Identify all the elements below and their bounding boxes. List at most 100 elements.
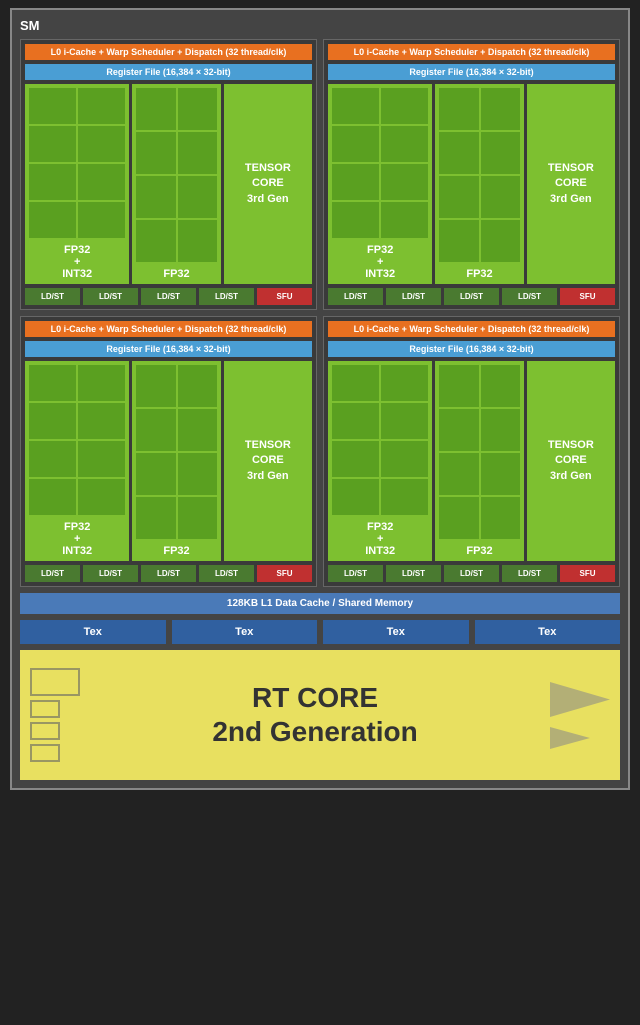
quadrant-3: L0 i-Cache + Warp Scheduler + Dispatch (… xyxy=(20,316,317,587)
grid-cell xyxy=(29,164,76,200)
tensor-col-3: TENSORCORE3rd Gen xyxy=(224,361,312,561)
grid-cell xyxy=(439,132,478,174)
tex-cell-1: Tex xyxy=(20,620,166,644)
grid-cell xyxy=(481,220,520,262)
compute-area-4: FP32+INT32 FP32 TE xyxy=(328,361,615,561)
grid-cell xyxy=(136,176,175,218)
fp32-int32-col-1: FP32+INT32 xyxy=(25,84,129,284)
grid-cell xyxy=(381,403,428,439)
rt-core-subtitle-text: 2nd Generation xyxy=(212,716,417,747)
compute-area-1: FP32+INT32 FP32 TE xyxy=(25,84,312,284)
warp-scheduler-bar-3: L0 i-Cache + Warp Scheduler + Dispatch (… xyxy=(25,321,312,337)
grid-cell xyxy=(78,441,125,477)
grid-cell xyxy=(481,132,520,174)
grid-cell xyxy=(29,88,76,124)
fp32-col-4: FP32 xyxy=(435,361,523,561)
compute-area-2: FP32+INT32 FP32 TE xyxy=(328,84,615,284)
rt-diagram-row-1 xyxy=(30,668,80,696)
grid-cell xyxy=(29,441,76,477)
grid-cell xyxy=(439,88,478,130)
grid-cell xyxy=(439,365,478,407)
grid-cell xyxy=(78,126,125,162)
quadrant-grid: L0 i-Cache + Warp Scheduler + Dispatch (… xyxy=(20,39,620,587)
fp32-int32-label-3: FP32+INT32 xyxy=(29,517,125,557)
ldst-bar-2: LD/ST LD/ST LD/ST LD/ST SFU xyxy=(328,288,615,305)
fp32-int32-grid-4 xyxy=(332,365,428,515)
register-file-bar-3: Register File (16,384 × 32-bit) xyxy=(25,341,312,357)
ldst-cell: LD/ST xyxy=(199,565,254,582)
grid-cell xyxy=(381,479,428,515)
ldst-cell: LD/ST xyxy=(444,288,499,305)
sm-label: SM xyxy=(20,18,620,33)
rt-core-title: RT CORE 2nd Generation xyxy=(80,681,550,748)
grid-cell xyxy=(481,453,520,495)
warp-scheduler-bar-2: L0 i-Cache + Warp Scheduler + Dispatch (… xyxy=(328,44,615,60)
rt-triangle-row-1 xyxy=(550,682,610,717)
sfu-cell-3: SFU xyxy=(257,565,312,582)
tex-cell-2: Tex xyxy=(172,620,318,644)
grid-cell xyxy=(178,365,217,407)
rt-triangle-row-2 xyxy=(550,727,610,749)
grid-cell xyxy=(439,220,478,262)
fp32-label-4: FP32 xyxy=(439,541,519,557)
rt-diagram-box-large xyxy=(30,668,80,696)
grid-cell xyxy=(136,88,175,130)
sm-container: SM L0 i-Cache + Warp Scheduler + Dispatc… xyxy=(10,8,630,790)
grid-cell xyxy=(481,176,520,218)
ldst-bar-3: LD/ST LD/ST LD/ST LD/ST SFU xyxy=(25,565,312,582)
sfu-cell-2: SFU xyxy=(560,288,615,305)
tensor-col-1: TENSORCORE3rd Gen xyxy=(224,84,312,284)
fp32-grid-1 xyxy=(136,88,216,262)
sfu-cell-4: SFU xyxy=(560,565,615,582)
fp32-col-2: FP32 xyxy=(435,84,523,284)
fp32-int32-label-1: FP32+INT32 xyxy=(29,240,125,280)
grid-cell xyxy=(29,403,76,439)
grid-cell xyxy=(439,497,478,539)
rt-core-label: RT CORE 2nd Generation xyxy=(80,681,550,748)
rt-diagram-row-3 xyxy=(30,722,80,740)
register-file-bar-4: Register File (16,384 × 32-bit) xyxy=(328,341,615,357)
fp32-int32-label-4: FP32+INT32 xyxy=(332,517,428,557)
fp32-label-2: FP32 xyxy=(439,264,519,280)
fp32-label-1: FP32 xyxy=(136,264,216,280)
grid-cell xyxy=(78,365,125,401)
grid-cell xyxy=(78,202,125,238)
fp32-int32-col-4: FP32+INT32 xyxy=(328,361,432,561)
tensor-col-2: TENSORCORE3rd Gen xyxy=(527,84,615,284)
ldst-cell: LD/ST xyxy=(502,288,557,305)
grid-cell xyxy=(381,202,428,238)
fp32-grid-2 xyxy=(439,88,519,262)
grid-cell xyxy=(136,220,175,262)
fp32-int32-col-2: FP32+INT32 xyxy=(328,84,432,284)
tensor-label-2: TENSORCORE3rd Gen xyxy=(548,161,594,207)
grid-cell xyxy=(381,441,428,477)
grid-cell xyxy=(332,202,379,238)
grid-cell xyxy=(332,365,379,401)
grid-cell xyxy=(178,453,217,495)
ldst-cell: LD/ST xyxy=(25,565,80,582)
grid-cell xyxy=(178,176,217,218)
ldst-cell: LD/ST xyxy=(25,288,80,305)
fp32-grid-3 xyxy=(136,365,216,539)
register-file-bar-2: Register File (16,384 × 32-bit) xyxy=(328,64,615,80)
tensor-label-4: TENSORCORE3rd Gen xyxy=(548,438,594,484)
quadrant-2: L0 i-Cache + Warp Scheduler + Dispatch (… xyxy=(323,39,620,310)
ldst-cell: LD/ST xyxy=(328,565,383,582)
ldst-cell: LD/ST xyxy=(444,565,499,582)
rt-triangle-group xyxy=(550,682,610,749)
grid-cell xyxy=(381,88,428,124)
sfu-cell-1: SFU xyxy=(257,288,312,305)
grid-cell xyxy=(332,479,379,515)
grid-cell xyxy=(481,365,520,407)
fp32-int32-grid-1 xyxy=(29,88,125,238)
grid-cell xyxy=(381,164,428,200)
ldst-cell: LD/ST xyxy=(328,288,383,305)
fp32-label-3: FP32 xyxy=(136,541,216,557)
warp-scheduler-bar-4: L0 i-Cache + Warp Scheduler + Dispatch (… xyxy=(328,321,615,337)
ldst-bar-4: LD/ST LD/ST LD/ST LD/ST SFU xyxy=(328,565,615,582)
grid-cell xyxy=(178,88,217,130)
ldst-cell: LD/ST xyxy=(141,288,196,305)
grid-cell xyxy=(29,126,76,162)
grid-cell xyxy=(332,403,379,439)
grid-cell xyxy=(332,441,379,477)
